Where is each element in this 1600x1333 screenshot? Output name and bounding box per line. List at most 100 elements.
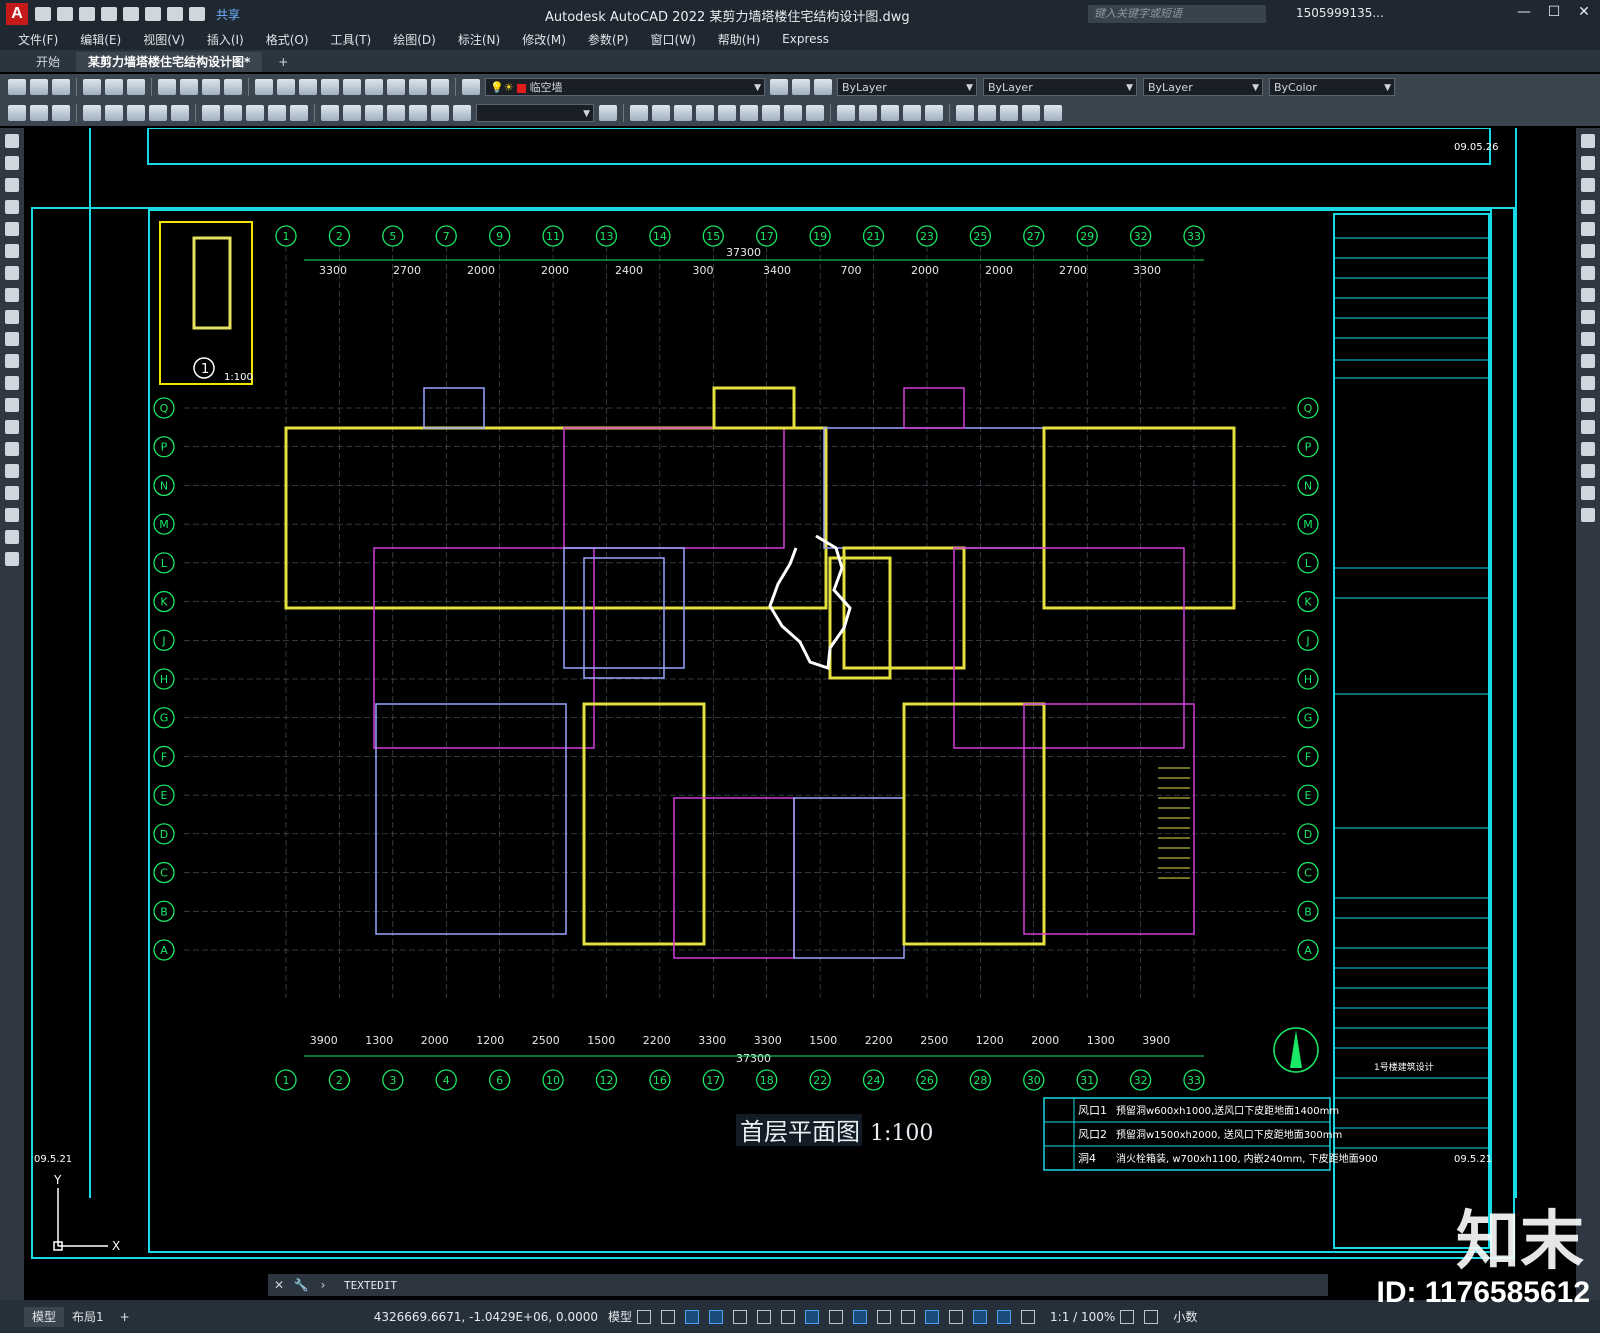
line-icon[interactable] [5, 134, 19, 148]
ucs-previous-icon[interactable] [1000, 105, 1018, 121]
point-icon[interactable] [5, 420, 19, 434]
search-input[interactable]: 键入关键字或短语 [1088, 5, 1266, 23]
make-block-icon[interactable] [5, 398, 19, 412]
ucs-world-icon[interactable] [978, 105, 996, 121]
menu-help[interactable]: 帮助(H) [712, 31, 766, 48]
menu-format[interactable]: 格式(O) [260, 31, 315, 48]
object-snap-icon[interactable] [805, 1309, 820, 1324]
preview-icon[interactable] [105, 79, 123, 95]
lineweight-icon[interactable] [829, 1309, 844, 1324]
revision-cloud[interactable] [768, 534, 852, 671]
new-tab-icon[interactable]: + [266, 52, 300, 72]
make-current-layer-icon[interactable] [770, 79, 788, 95]
annotation-scale[interactable]: 1:1 / 100% [1050, 1310, 1115, 1324]
calculator-icon[interactable] [409, 79, 427, 95]
add-selected-icon[interactable] [5, 552, 19, 566]
diameter-dim-icon[interactable] [149, 105, 167, 121]
linetype-dropdown[interactable]: ByLayer ▼ [983, 78, 1137, 96]
plus-icon[interactable] [1144, 1309, 1159, 1324]
isodraft-icon[interactable] [757, 1309, 772, 1324]
polyline-icon[interactable] [5, 178, 19, 192]
ucs-object-icon[interactable] [1044, 105, 1062, 121]
section-icon[interactable] [925, 105, 943, 121]
auto-scale-icon[interactable] [1021, 1309, 1036, 1324]
model-space-button[interactable]: 模型 [608, 1308, 632, 1325]
autocad-logo-icon[interactable]: A [6, 3, 28, 25]
continue-dim-icon[interactable] [246, 105, 264, 121]
tab-start[interactable]: 开始 [24, 52, 72, 72]
ordinate-dim-icon[interactable] [83, 105, 101, 121]
wrench-icon[interactable]: 🔧 [290, 1278, 312, 1292]
stretch-icon[interactable] [1581, 310, 1595, 324]
center-mark-icon[interactable] [343, 105, 361, 121]
aligned-dim-icon[interactable] [30, 105, 48, 121]
dim-break-icon[interactable] [290, 105, 308, 121]
selection-cycling-icon[interactable] [877, 1309, 892, 1324]
insert-block-icon[interactable] [5, 376, 19, 390]
selection-filter-icon[interactable] [949, 1309, 964, 1324]
3d-pyramid-icon[interactable] [762, 105, 780, 121]
match-properties-icon[interactable] [224, 79, 242, 95]
save-icon[interactable] [52, 79, 70, 95]
new-icon[interactable] [8, 79, 26, 95]
snap-icon[interactable] [661, 1309, 676, 1324]
save-as-icon[interactable] [101, 7, 117, 21]
minimize-icon[interactable]: — [1512, 4, 1536, 20]
3d-wedge-icon[interactable] [652, 105, 670, 121]
menu-dimension[interactable]: 标注(N) [452, 31, 506, 48]
hatch-icon[interactable] [5, 442, 19, 456]
layer-dropdown[interactable]: 💡☀ 临空墙 ▼ [485, 78, 765, 96]
layer-state-icon[interactable] [814, 79, 832, 95]
table-icon[interactable] [5, 508, 19, 522]
extend-icon[interactable] [1581, 354, 1595, 368]
3d-box-icon[interactable] [630, 105, 648, 121]
plotstyle-dropdown[interactable]: ByColor ▼ [1269, 78, 1395, 96]
radius-dim-icon[interactable] [105, 105, 123, 121]
publish-icon[interactable] [127, 79, 145, 95]
pan-icon[interactable] [299, 79, 317, 95]
command-line[interactable]: ✕ 🔧 › TEXTEDIT [268, 1274, 1328, 1296]
3d-sphere-icon[interactable] [696, 105, 714, 121]
infer-constraints-icon[interactable] [685, 1309, 700, 1324]
paste-icon[interactable] [202, 79, 220, 95]
erase-icon[interactable] [1581, 134, 1595, 148]
lineweight-dropdown[interactable]: ByLayer ▼ [1143, 78, 1263, 96]
dimstyle-dropdown[interactable]: ▼ [476, 104, 594, 122]
gradient-icon[interactable] [5, 464, 19, 478]
quick-dim-icon[interactable] [202, 105, 220, 121]
ucs-icon[interactable] [956, 105, 974, 121]
dim-space-icon[interactable] [268, 105, 286, 121]
blend-icon[interactable] [1581, 486, 1595, 500]
jogged-linear-icon[interactable] [387, 105, 405, 121]
units-display[interactable]: 小数 [1173, 1308, 1197, 1325]
3d-torus-icon[interactable] [740, 105, 758, 121]
offset-icon[interactable] [1581, 200, 1595, 214]
undo-icon[interactable] [167, 7, 183, 21]
dim-text-edit-icon[interactable] [431, 105, 449, 121]
extrude-icon[interactable] [784, 105, 802, 121]
new-file-icon[interactable] [35, 7, 51, 21]
join-icon[interactable] [1581, 420, 1595, 434]
3d-cone-icon[interactable] [674, 105, 692, 121]
cut-icon[interactable] [158, 79, 176, 95]
redo-icon[interactable] [189, 7, 205, 21]
user-account[interactable]: 1505999135... [1296, 6, 1384, 20]
layer-properties-icon[interactable] [462, 79, 480, 95]
close-icon[interactable]: ✕ [1572, 4, 1596, 20]
zoom-icon[interactable] [321, 79, 339, 95]
menu-modify[interactable]: 修改(M) [516, 31, 572, 48]
trim-icon[interactable] [1581, 332, 1595, 346]
explode-icon[interactable] [1581, 508, 1595, 522]
menu-insert[interactable]: 插入(I) [201, 31, 250, 48]
3d-cylinder-icon[interactable] [718, 105, 736, 121]
undo-icon[interactable] [255, 79, 273, 95]
polar-icon[interactable] [733, 1309, 748, 1324]
construction-line-icon[interactable] [5, 156, 19, 170]
menu-view[interactable]: 视图(V) [137, 31, 191, 48]
dim-edit-icon[interactable] [409, 105, 427, 121]
intersect-icon[interactable] [881, 105, 899, 121]
menu-draw[interactable]: 绘图(D) [387, 31, 442, 48]
polygon-icon[interactable] [5, 200, 19, 214]
rectangle-icon[interactable] [5, 222, 19, 236]
chamfer-icon[interactable] [1581, 442, 1595, 456]
